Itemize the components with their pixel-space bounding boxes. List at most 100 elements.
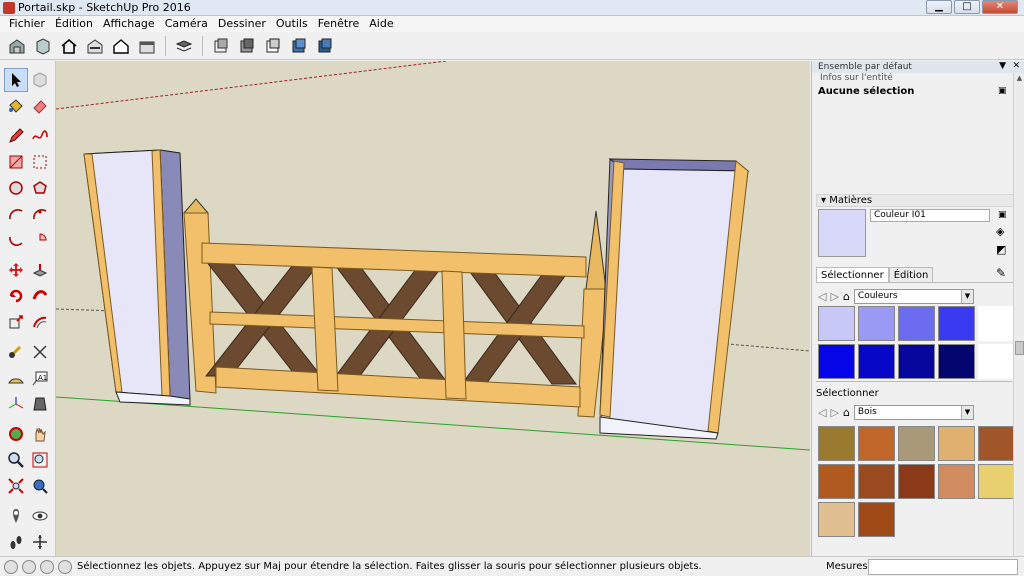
3d-text-icon[interactable] xyxy=(28,392,52,416)
tab-select[interactable]: Sélectionner xyxy=(816,267,889,282)
paint-bucket-icon[interactable] xyxy=(4,94,28,118)
home-icon[interactable]: ⌂ xyxy=(843,406,850,419)
warehouse-icon[interactable] xyxy=(6,35,28,57)
wood-swatch-4[interactable] xyxy=(978,426,1015,461)
look-around-icon[interactable] xyxy=(28,504,52,528)
color-swatch-2[interactable] xyxy=(898,306,935,341)
close-tray-icon[interactable]: ✕ xyxy=(1012,61,1020,71)
color-swatch-4[interactable] xyxy=(978,306,1015,341)
menu-camera[interactable]: Caméra xyxy=(160,16,213,32)
home-icon[interactable] xyxy=(58,35,80,57)
component-icon[interactable] xyxy=(32,35,54,57)
wood-swatch-0[interactable] xyxy=(818,426,855,461)
wood-swatch-2[interactable] xyxy=(898,426,935,461)
protractor-icon[interactable] xyxy=(4,366,28,390)
wood-swatch-10[interactable] xyxy=(818,502,855,537)
wood-swatch-6[interactable] xyxy=(858,464,895,499)
three-point-arc-icon[interactable] xyxy=(4,228,28,252)
eyedropper-icon[interactable]: ✎ xyxy=(996,266,1006,280)
pie-icon[interactable] xyxy=(28,228,52,252)
home-alt-icon[interactable] xyxy=(84,35,106,57)
textured-style-icon[interactable] xyxy=(314,35,336,57)
color-swatch-3[interactable] xyxy=(938,306,975,341)
rotate-icon[interactable] xyxy=(4,284,28,308)
menu-affichage[interactable]: Affichage xyxy=(98,16,160,32)
make-component-icon[interactable] xyxy=(28,68,52,92)
xray-style-icon[interactable] xyxy=(210,35,232,57)
color-swatch-9[interactable] xyxy=(978,344,1015,379)
wood-swatch-1[interactable] xyxy=(858,426,895,461)
rotated-rectangle-icon[interactable] xyxy=(28,150,52,174)
panel-scrollbar[interactable]: ▲ xyxy=(1013,73,1024,556)
position-camera-icon[interactable] xyxy=(4,504,28,528)
zoom-icon[interactable] xyxy=(4,448,28,472)
help-icon[interactable] xyxy=(58,560,72,574)
scroll-thumb[interactable] xyxy=(1015,341,1024,355)
create-material-icon[interactable]: ◈ xyxy=(996,225,1004,238)
color-swatch-6[interactable] xyxy=(858,344,895,379)
circle-icon[interactable] xyxy=(4,176,28,200)
default-material-icon[interactable]: ◩ xyxy=(996,243,1006,256)
zoom-window-icon[interactable] xyxy=(28,448,52,472)
minimize-button[interactable]: ▁ xyxy=(926,0,952,14)
measurements-input[interactable] xyxy=(868,559,1018,575)
color-swatch-5[interactable] xyxy=(818,344,855,379)
geolocation-icon[interactable] xyxy=(4,560,18,574)
maximize-button[interactable]: □ xyxy=(954,0,980,14)
two-point-arc-icon[interactable] xyxy=(28,202,52,226)
backedges-style-icon[interactable] xyxy=(236,35,258,57)
color-swatch-8[interactable] xyxy=(938,344,975,379)
back-arrow-icon[interactable]: ◁ xyxy=(818,290,826,303)
material-name-field[interactable]: Couleur I01 xyxy=(870,209,990,222)
library-select-wood[interactable]: Bois ▼ xyxy=(853,405,974,420)
pencil-icon[interactable] xyxy=(4,124,28,148)
color-swatch-0[interactable] xyxy=(818,306,855,341)
polygon-icon[interactable] xyxy=(28,176,52,200)
materials-section-title[interactable]: ▾ Matières xyxy=(816,194,1014,207)
forward-arrow-icon[interactable]: ▷ xyxy=(830,290,838,303)
wood-swatch-3[interactable] xyxy=(938,426,975,461)
zoom-extents-icon[interactable] xyxy=(4,474,28,498)
freehand-icon[interactable] xyxy=(28,124,52,148)
menu-edition[interactable]: Édition xyxy=(50,16,98,32)
move-icon[interactable] xyxy=(4,258,28,282)
wood-swatch-7[interactable] xyxy=(898,464,935,499)
rectangle-icon[interactable] xyxy=(4,150,28,174)
storage-icon[interactable] xyxy=(136,35,158,57)
color-swatch-7[interactable] xyxy=(898,344,935,379)
menu-aide[interactable]: Aide xyxy=(364,16,398,32)
axes-icon[interactable] xyxy=(4,392,28,416)
orbit-icon[interactable] xyxy=(4,422,28,446)
pin-icon[interactable]: ▼ xyxy=(999,61,1006,71)
menu-outils[interactable]: Outils xyxy=(271,16,313,32)
close-button[interactable]: ✕ xyxy=(982,0,1018,14)
menu-fichier[interactable]: Fichier xyxy=(4,16,50,32)
scroll-up-arrow-icon[interactable]: ▲ xyxy=(1014,73,1024,84)
tape-measure-icon[interactable] xyxy=(4,340,28,364)
arc-icon[interactable] xyxy=(4,202,28,226)
library-select-colors[interactable]: Couleurs ▼ xyxy=(853,289,974,304)
wood-swatch-5[interactable] xyxy=(818,464,855,499)
entity-toggle-icon[interactable]: ▣ xyxy=(998,86,1007,96)
wood-swatch-9[interactable] xyxy=(978,464,1015,499)
3d-viewport[interactable] xyxy=(56,61,810,556)
wood-swatch-8[interactable] xyxy=(938,464,975,499)
user-icon[interactable] xyxy=(40,560,54,574)
previous-view-icon[interactable] xyxy=(28,474,52,498)
details-icon[interactable]: ▣ xyxy=(998,210,1007,220)
color-swatch-1[interactable] xyxy=(858,306,895,341)
house-outline-icon[interactable] xyxy=(110,35,132,57)
dimension-icon[interactable] xyxy=(28,340,52,364)
hidden-line-style-icon[interactable] xyxy=(262,35,284,57)
select-arrow-icon[interactable] xyxy=(4,68,28,92)
text-tool-icon[interactable]: A1 xyxy=(28,366,52,390)
layers-icon[interactable] xyxy=(173,35,195,57)
shaded-style-icon[interactable] xyxy=(288,35,310,57)
scale-icon[interactable] xyxy=(4,310,28,334)
tab-edit[interactable]: Édition xyxy=(888,267,934,282)
section-plane-icon[interactable] xyxy=(28,530,52,554)
home-icon[interactable]: ⌂ xyxy=(843,290,850,303)
pan-hand-icon[interactable] xyxy=(28,422,52,446)
follow-me-icon[interactable] xyxy=(28,284,52,308)
back-arrow-icon[interactable]: ◁ xyxy=(818,406,826,419)
